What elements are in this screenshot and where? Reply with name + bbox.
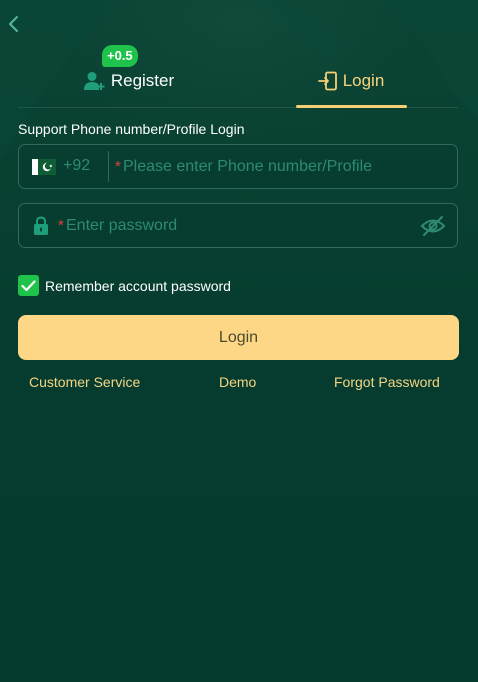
- tab-login[interactable]: Login: [296, 56, 406, 106]
- remember-checkbox[interactable]: [18, 275, 39, 296]
- active-tab-indicator: [296, 105, 407, 108]
- demo-link[interactable]: Demo: [219, 374, 256, 390]
- chevron-left-icon: [9, 16, 18, 32]
- tab-login-label: Login: [342, 71, 385, 90]
- required-mark: *: [115, 158, 121, 175]
- field-divider: [108, 151, 109, 182]
- pakistan-flag-icon: [32, 159, 56, 175]
- back-button[interactable]: [4, 12, 24, 36]
- password-field: *: [18, 203, 458, 248]
- login-door-icon: [317, 71, 337, 91]
- tab-register-label: Register: [110, 71, 175, 90]
- login-button[interactable]: Login: [18, 315, 459, 360]
- customer-service-link[interactable]: Customer Service: [29, 374, 140, 390]
- auth-tabs: Register Login: [18, 56, 458, 108]
- country-code[interactable]: +92: [63, 157, 90, 175]
- login-page: Register Login +0.5 Support Phone number…: [0, 0, 478, 682]
- support-label: Support Phone number/Profile Login: [18, 121, 245, 137]
- user-plus-icon: [83, 72, 105, 90]
- forgot-password-link[interactable]: Forgot Password: [334, 374, 440, 390]
- remember-password-toggle[interactable]: Remember account password: [18, 275, 231, 296]
- eye-off-icon[interactable]: [420, 215, 446, 237]
- required-mark: *: [58, 217, 64, 234]
- phone-field: +92 *: [18, 144, 458, 189]
- check-icon: [21, 279, 36, 291]
- phone-input[interactable]: [123, 155, 443, 179]
- bonus-badge: +0.5: [102, 45, 138, 67]
- remember-label: Remember account password: [45, 277, 231, 294]
- password-input[interactable]: [66, 214, 406, 238]
- lock-icon: [34, 216, 48, 235]
